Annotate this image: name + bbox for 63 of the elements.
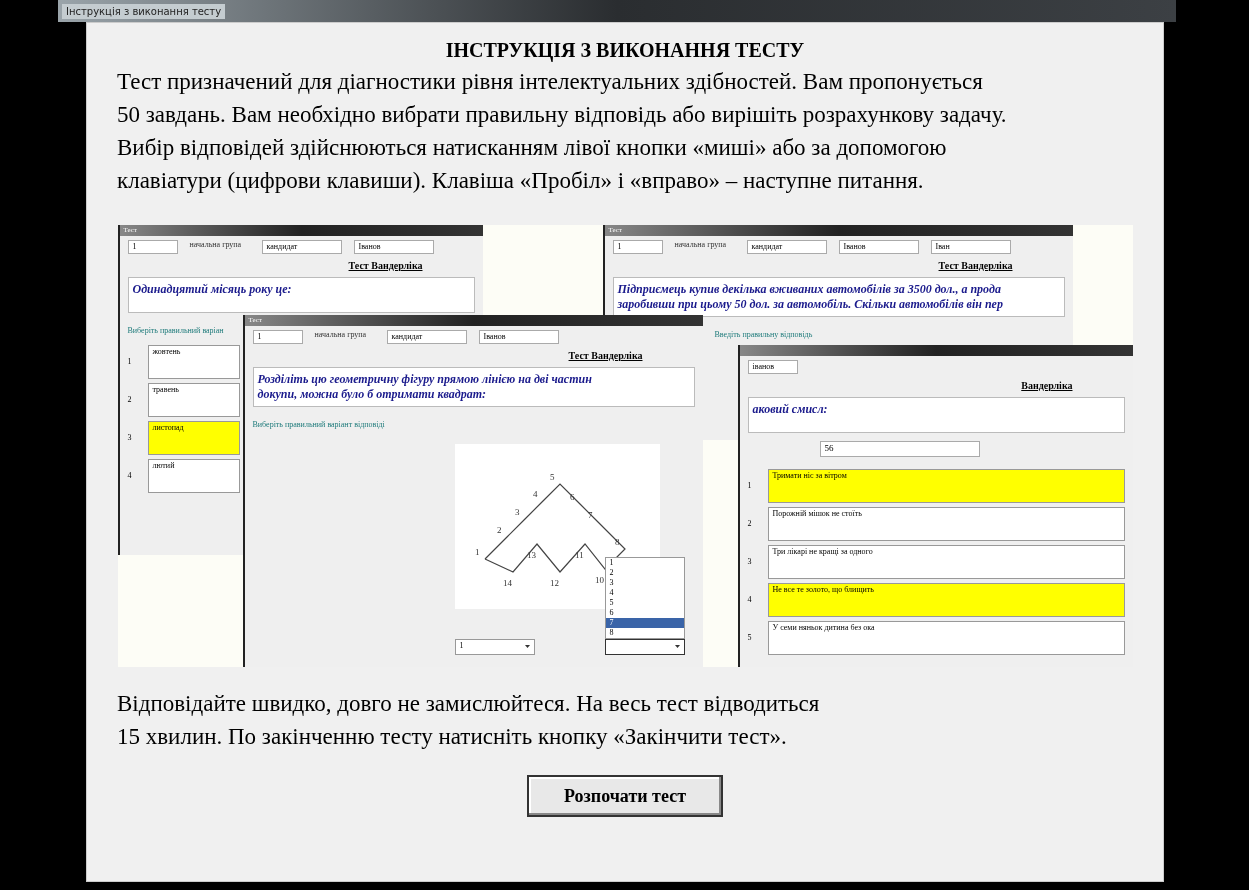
answer-option[interactable]: Три лікарі не кращі за одного [767,545,1125,579]
prompt-label: Виберіть правильний варіант відповіді [252,418,385,431]
caret-icon [674,645,680,649]
answer-option[interactable]: листопад [147,421,240,455]
test-title: Тест Вандерліка [938,259,1013,273]
answer-option[interactable]: жовтень [147,345,240,379]
question-text: Підприємець купив декілька вживаних автомобілів за 3500 дол., а прода [617,282,1002,297]
list-item[interactable]: 3 [605,577,684,588]
text-field[interactable]: Іванов [353,240,434,254]
option-number: 4 [747,594,753,606]
question-text: Одинадцятий місяць року це: [132,282,293,297]
text-field[interactable]: кандидат [386,330,467,344]
test-title: Тест Вандерліка [348,259,423,273]
intro-paragraph: Тест призначений для діагностики рівня інтелектуальних здібностей. Вам пропонується 50 завдань. Вам необхідно вибрати правильну відповідь або вирішіть розрахункову задачу. Вибір відповідей здійснюються натисканням лівої кнопки «миші» або за допомогою клавіатури (цифрови клавиши). Клавіша «Пробіл» і «вправо» – наступне питання. [117,68,1007,195]
outro-paragraph: Відповідайте швидко, довго не замислюйтеся. На весь тест відводиться 15 хвилин. По закінченню тесту натисніть кнопку «Закінчити тест». [117,690,820,751]
option-number: 2 [747,518,753,530]
answer-option[interactable]: У семи няньок дитина без ока [767,621,1125,655]
list-item[interactable]: 5 [605,597,684,608]
answer-option[interactable]: травень [147,383,240,417]
text-field[interactable]: Іван [930,240,1011,254]
list-item[interactable]: 7 [605,617,684,628]
list-item[interactable]: 4 [605,587,684,598]
prompt-label: Введіть правильну відповідь [714,329,813,341]
caret-icon [524,645,530,649]
field-label: начальна група [674,240,728,249]
option-number: 3 [127,432,133,444]
test-title: Тест Вандерліка [568,349,643,363]
prompt-label: Виберіть правильний варіан [127,325,224,337]
text-field[interactable]: 1 [252,330,303,344]
question-text: докупи, можна було б отримати квадрат: [257,387,488,402]
text-field[interactable]: кандидат [746,240,827,254]
option-number: 5 [747,632,753,644]
answer-option[interactable]: Тримати ніс за вітром [767,469,1125,503]
question-text: заробивши при цьому 50 дол. за автомобіль. Скільки автомобілів він пер [617,297,1004,312]
dropdown[interactable]: 1 [454,638,535,655]
option-number: 3 [747,556,753,568]
text-field[interactable]: Іванов [478,330,559,344]
text-field[interactable]: кандидат [261,240,342,254]
list-item[interactable]: 2 [605,567,684,578]
question-text: Розділіть цю геометричну фігуру прямою лінією на дві частин [257,372,593,387]
field-label: начальна група [314,330,368,339]
text-field[interactable]: 1 [127,240,178,254]
text-field[interactable]: Іванов [838,240,919,254]
list-item[interactable]: 6 [605,607,684,618]
list-item[interactable]: 1 [605,557,684,568]
start-test-button[interactable]: Розпочати тест [527,775,723,817]
heading: ІНСТРУКЦІЯ З ВИКОНАННЯ ТЕСТУ [445,38,805,64]
window-title: Інструкція з виконання тесту [62,3,226,19]
option-number: 1 [127,356,133,368]
text-field[interactable]: іванов [747,360,798,374]
text-field[interactable]: 1 [612,240,663,254]
option-number: 1 [747,480,753,492]
question-text: аковий смисл: [752,402,829,417]
answer-option[interactable]: Не все те золото, що блищить [767,583,1125,617]
dropdown-menu[interactable]: 1 2 3 4 5 6 7 8 [604,556,685,639]
option-number: 4 [127,470,133,482]
answer-field[interactable]: 56 [819,441,980,457]
answer-option[interactable]: Порожній мішок не стоїть [767,507,1125,541]
option-number: 2 [127,394,133,406]
test-title: Вандерліка [1021,379,1073,393]
answer-option[interactable]: лютий [147,459,240,493]
list-item[interactable]: 8 [605,627,684,638]
field-label: начальна група [189,240,243,249]
